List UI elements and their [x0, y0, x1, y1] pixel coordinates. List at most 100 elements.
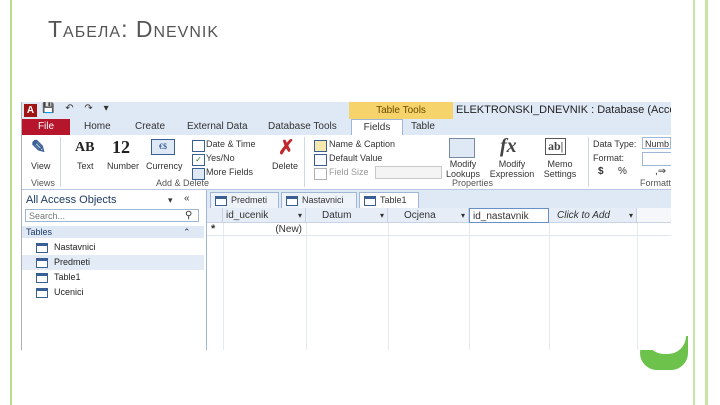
quick-access-toolbar: 💾 ↶ ↷ ▾	[42, 103, 117, 114]
tab-predmeti[interactable]: Predmeti	[210, 192, 279, 209]
tab-external-data[interactable]: External Data	[187, 119, 248, 135]
number-button[interactable]: Number	[107, 161, 139, 171]
column-header-ocjena[interactable]: Ocjena ▾	[388, 208, 469, 223]
navigation-pane: All Access Objects ▾ « ⚲ Tables ⌃ Nastav…	[22, 190, 207, 350]
view-button[interactable]: View	[31, 161, 50, 171]
modify-lookups-button[interactable]: Modify Lookups	[445, 159, 481, 179]
currency-field-icon[interactable]: €$	[151, 139, 175, 155]
column-header-label: id_nastavnik	[473, 211, 529, 222]
fx-icon[interactable]: fx	[500, 135, 517, 158]
doc-tab-label: Predmeti	[231, 195, 268, 205]
field-size-input[interactable]	[375, 166, 442, 179]
nav-item-table1[interactable]: Table1	[22, 270, 204, 285]
nav-item-label: Ucenici	[54, 287, 84, 297]
delete-icon[interactable]: ✗	[278, 135, 295, 160]
currency-format-button[interactable]: $	[598, 166, 604, 177]
table-row[interactable]: * (New)	[207, 223, 671, 236]
column-header-label: Ocjena	[404, 210, 436, 221]
nav-item-nastavnici[interactable]: Nastavnici	[22, 240, 204, 255]
name-caption-icon	[314, 140, 327, 152]
sort-dropdown-icon[interactable]: ▾	[298, 208, 302, 223]
field-size-icon	[314, 168, 327, 180]
date-time-button[interactable]: Date & Time	[206, 139, 256, 149]
nav-pane-header[interactable]: All Access Objects	[26, 194, 116, 206]
datasheet-grid: id_ucenik ▾ Datum ▾ Ocjena ▾ id_nastavni…	[207, 208, 671, 350]
data-type-select[interactable]: Numb	[642, 137, 671, 149]
slide-title: Табела: Dnevnik	[48, 16, 220, 42]
decimal-format-icon[interactable]: ,⇒	[655, 166, 666, 177]
text-button[interactable]: Text	[77, 161, 94, 171]
access-screenshot: A 💾 ↶ ↷ ▾ Table Tools ELEKTRONSKI_DNEVNI…	[21, 102, 671, 350]
redo-icon[interactable]: ↷	[84, 103, 92, 114]
default-value-button[interactable]: Default Value	[329, 153, 382, 163]
slide-right-border	[693, 0, 695, 405]
search-icon[interactable]: ⚲	[185, 210, 192, 221]
tab-table[interactable]: Table	[411, 119, 435, 135]
access-logo-icon: A	[24, 104, 37, 117]
customize-icon[interactable]: ▾	[104, 103, 109, 114]
new-record-cell[interactable]: (New)	[223, 224, 302, 235]
row-selector-header[interactable]	[207, 208, 223, 223]
grid-line	[549, 223, 550, 350]
memo-settings-button[interactable]: Memo Settings	[540, 159, 580, 179]
nav-item-predmeti[interactable]: Predmeti	[22, 255, 204, 270]
table-icon	[36, 288, 48, 298]
column-header-id-ucenik[interactable]: id_ucenik ▾	[223, 208, 306, 223]
yes-no-button[interactable]: Yes/No	[206, 153, 235, 163]
undo-icon[interactable]: ↶	[65, 103, 73, 114]
views-group-label: Views	[31, 178, 55, 188]
nav-group-tables[interactable]: Tables ⌃	[22, 226, 204, 238]
slide-right-border-outer	[705, 0, 708, 405]
number-field-icon[interactable]: 12	[112, 137, 130, 158]
table-icon	[286, 196, 298, 206]
nav-item-ucenici[interactable]: Ucenici	[22, 285, 204, 300]
grid-line	[223, 223, 224, 350]
format-select[interactable]	[642, 152, 671, 166]
view-icon[interactable]: ✎	[31, 137, 46, 158]
delete-button[interactable]: Delete	[272, 161, 298, 171]
tab-file[interactable]: File	[22, 119, 70, 135]
new-record-marker: *	[211, 223, 216, 235]
modify-lookups-icon[interactable]	[449, 138, 475, 158]
more-fields-button[interactable]: More Fields	[206, 167, 253, 177]
nav-group-label: Tables	[26, 227, 53, 237]
modify-expression-button[interactable]: Modify Expression	[488, 159, 536, 179]
header-filler	[637, 208, 671, 223]
ribbon: ✎ View Views AB Text 12 Number €$ Curren…	[22, 135, 671, 190]
title-bar: A 💾 ↶ ↷ ▾ Table Tools ELEKTRONSKI_DNEVNI…	[22, 102, 671, 119]
column-header-datum[interactable]: Datum ▾	[306, 208, 388, 223]
currency-button[interactable]: Currency	[146, 161, 183, 171]
tab-home[interactable]: Home	[84, 119, 111, 135]
ribbon-separator	[588, 137, 589, 187]
text-field-icon[interactable]: AB	[75, 140, 94, 156]
percent-format-button[interactable]: %	[618, 166, 627, 177]
collapse-icon[interactable]: ⌃	[183, 226, 191, 238]
grid-line	[469, 223, 470, 350]
table-tools-context-tab: Table Tools	[349, 102, 453, 119]
tab-table1[interactable]: Table1	[359, 192, 419, 208]
sort-dropdown-icon[interactable]: ▾	[380, 208, 384, 223]
memo-icon[interactable]: ab|	[545, 138, 567, 155]
tab-create[interactable]: Create	[135, 119, 165, 135]
column-header-label: Datum	[322, 210, 352, 221]
column-header-label: Click to Add	[557, 210, 610, 221]
data-type-label: Data Type:	[593, 139, 637, 149]
column-header-label: id_ucenik	[226, 210, 269, 221]
shutter-bar-close-icon[interactable]: «	[184, 193, 190, 204]
ribbon-separator	[60, 137, 61, 187]
tab-nastavnici[interactable]: Nastavnici	[281, 192, 357, 209]
table-icon	[364, 196, 376, 206]
calendar-icon	[192, 140, 205, 152]
tab-database-tools[interactable]: Database Tools	[268, 119, 337, 135]
tab-fields[interactable]: Fields	[351, 119, 403, 136]
column-header-id-nastavnik[interactable]: id_nastavnik	[469, 208, 549, 223]
nav-menu-dropdown-icon[interactable]: ▾	[168, 195, 173, 206]
click-to-add-column[interactable]: Click to Add ▾	[549, 208, 637, 223]
table-icon	[36, 243, 48, 253]
save-icon[interactable]: 💾	[42, 103, 54, 114]
name-caption-button[interactable]: Name & Caption	[329, 139, 395, 149]
doc-tab-label: Table1	[380, 195, 407, 205]
add-field-dropdown-icon[interactable]: ▾	[629, 208, 633, 223]
nav-search-input[interactable]	[25, 209, 199, 222]
sort-dropdown-icon[interactable]: ▾	[461, 208, 465, 223]
